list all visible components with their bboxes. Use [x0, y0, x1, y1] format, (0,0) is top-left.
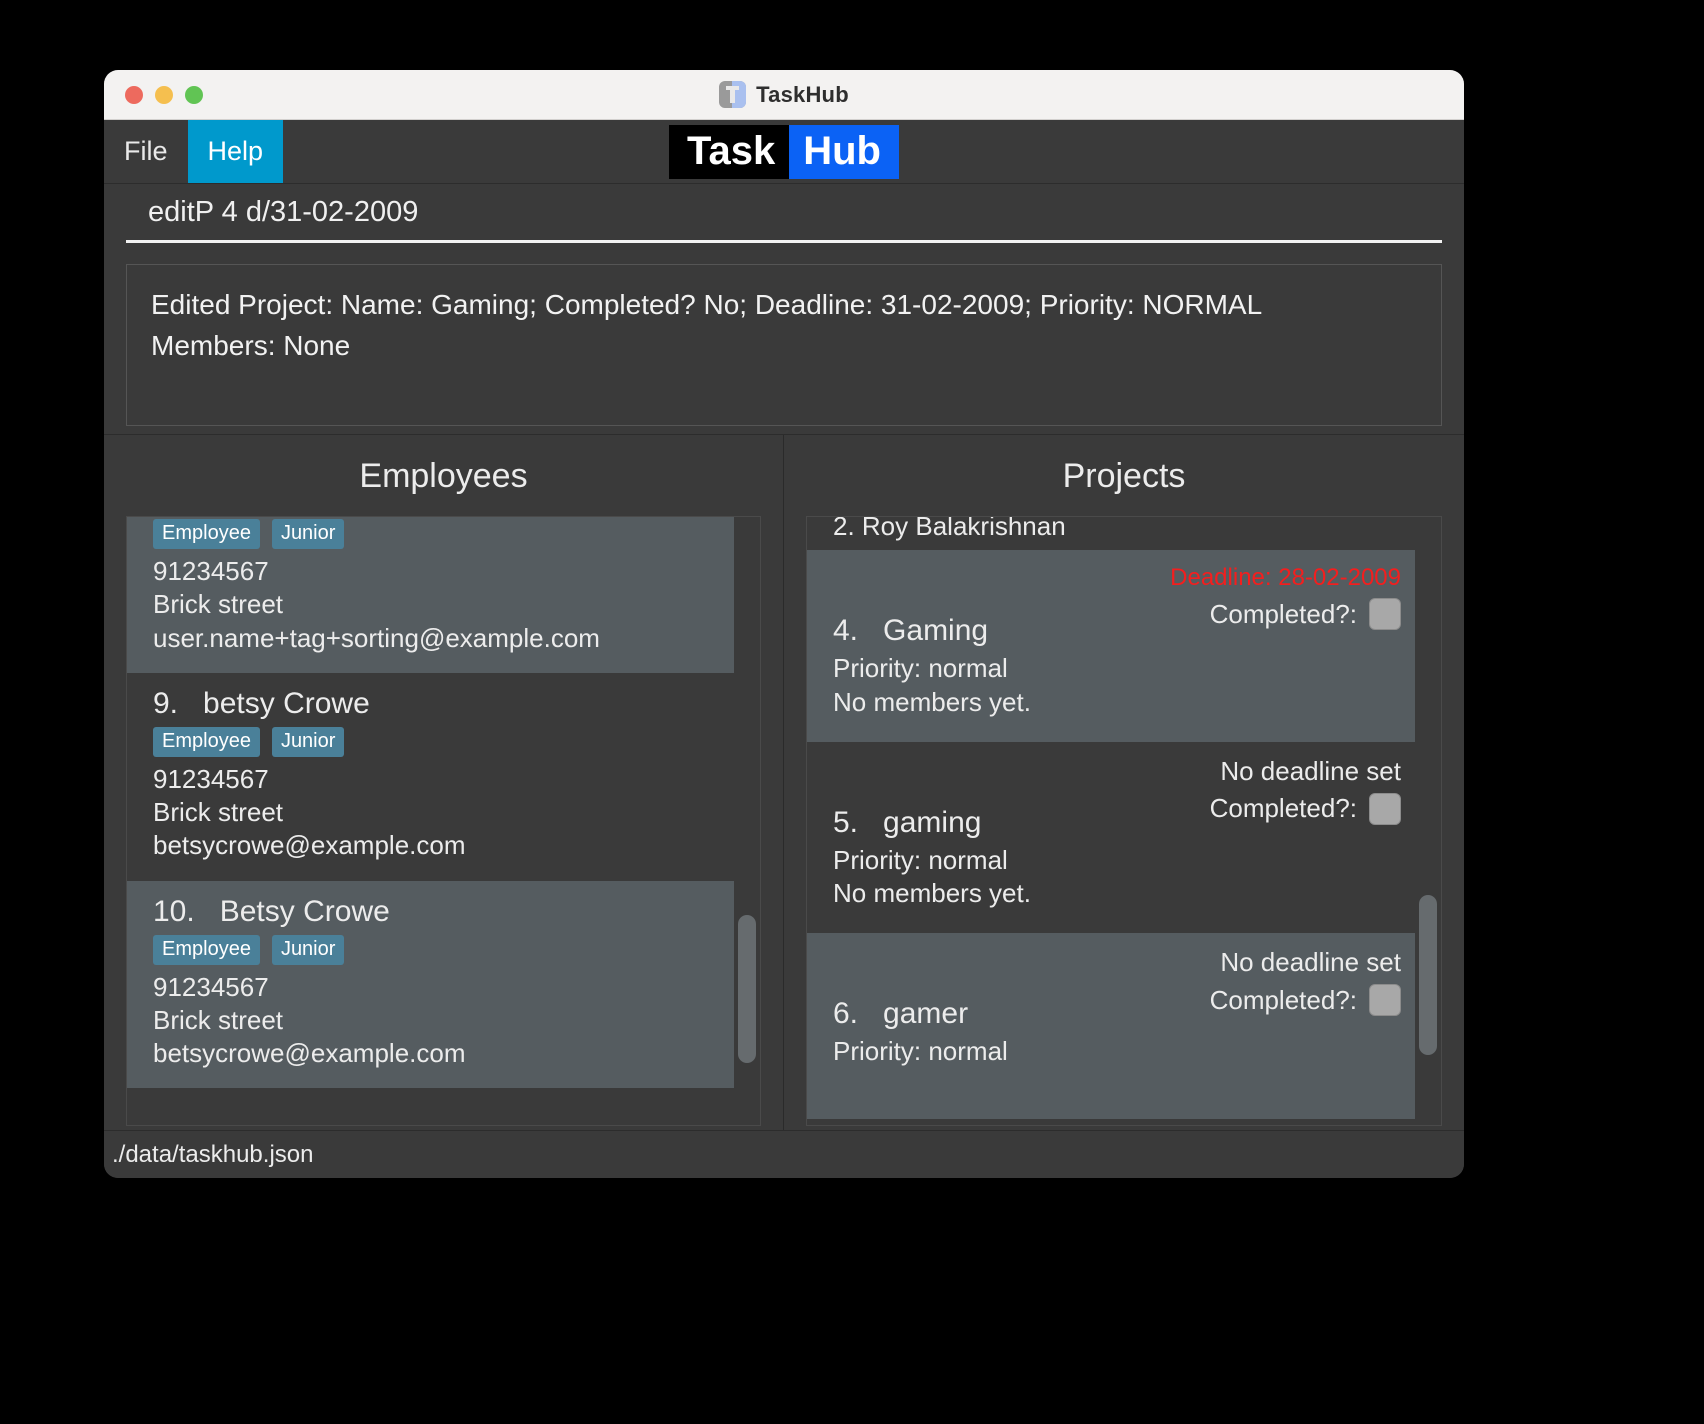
- project-completed-row: Completed?:: [1209, 792, 1401, 825]
- projects-panel-title: Projects: [1062, 457, 1186, 495]
- project-priority: Priority: normal: [833, 844, 1008, 875]
- project-index: 6.: [833, 997, 859, 1031]
- status-bar: ./data/taskhub.json: [104, 1130, 1464, 1178]
- employee-list-scrollbar[interactable]: [738, 915, 756, 1063]
- employee-email: betsycrowe@example.com: [153, 830, 466, 861]
- brand-task-text: Task: [669, 124, 790, 179]
- main-panes: Employees Employee Junior 91234567 Brick…: [104, 434, 1464, 1130]
- employee-tags: Employee Junior: [153, 934, 708, 965]
- project-label: Gaming: [883, 614, 989, 647]
- minimize-button[interactable]: [155, 85, 173, 104]
- project-priority: Priority: normal: [833, 1036, 1008, 1067]
- employee-list-frame: Employee Junior 91234567 Brick street us…: [126, 516, 761, 1126]
- window-title-group: TaskHub: [104, 81, 1464, 108]
- clipped-member-row: 2. Roy Balakrishnan: [833, 517, 1066, 541]
- app-window: TaskHub File Help Task Hub Edited Projec…: [104, 70, 1464, 1178]
- result-line-1: Edited Project: Name: Gaming; Completed?…: [151, 289, 1263, 320]
- completed-label: Completed?:: [1209, 793, 1357, 824]
- menu-item-help[interactable]: Help: [187, 120, 284, 183]
- result-display-wrapper: Edited Project: Name: Gaming; Completed?…: [104, 250, 1464, 434]
- project-list-scrollbar[interactable]: [1419, 895, 1437, 1055]
- menu-bar: File Help Task Hub: [104, 120, 1464, 184]
- taskhub-app-icon: [719, 81, 747, 108]
- project-list-frame: 2. Roy Balakrishnan Deadline: 28-02-2009…: [806, 516, 1442, 1126]
- completed-checkbox[interactable]: [1369, 984, 1401, 1017]
- brand-hub-text: Hub: [789, 124, 899, 179]
- result-display: Edited Project: Name: Gaming; Completed?…: [126, 264, 1442, 426]
- project-members: No members yet.: [833, 878, 1031, 909]
- tag-employee: Employee: [153, 934, 260, 965]
- employee-address: Brick street: [153, 589, 284, 620]
- project-index: 4.: [833, 614, 859, 647]
- command-row: [104, 184, 1464, 250]
- employee-email: betsycrowe@example.com: [153, 1038, 466, 1069]
- employee-tags: Employee Junior: [153, 726, 708, 757]
- menu-item-file[interactable]: File: [104, 120, 188, 183]
- tag-junior: Junior: [271, 519, 345, 549]
- employee-index: 9.: [153, 686, 179, 720]
- completed-label: Completed?:: [1209, 984, 1357, 1015]
- list-item[interactable]: No deadline set Completed?: 6. gamer Pri…: [807, 933, 1415, 1120]
- employee-name: 10. Betsy Crowe: [153, 895, 708, 929]
- project-index: 5.: [833, 805, 859, 839]
- list-item[interactable]: 10. Betsy Crowe Employee Junior 91234567…: [127, 880, 734, 1089]
- list-item[interactable]: No deadline set Completed?: 5. gaming Pr…: [807, 742, 1415, 934]
- window-titlebar: TaskHub: [104, 70, 1464, 120]
- employees-pane: Employees Employee Junior 91234567 Brick…: [104, 435, 784, 1130]
- project-meta: No deadline set Completed?:: [1209, 947, 1401, 1017]
- employee-email: user.name+tag+sorting@example.com: [153, 622, 600, 653]
- completed-checkbox[interactable]: [1369, 792, 1401, 825]
- list-item[interactable]: Deadline: 28-02-2009 Completed?: 4. Gami…: [807, 550, 1415, 742]
- list-item[interactable]: Employee Junior 91234567 Brick street us…: [127, 517, 734, 673]
- project-label: gamer: [883, 997, 969, 1031]
- project-deadline: Deadline: 28-02-2009: [1170, 564, 1401, 591]
- employee-label: Betsy Crowe: [219, 894, 390, 928]
- employee-label: betsy Crowe: [203, 686, 370, 720]
- tag-junior: Junior: [271, 726, 345, 757]
- employee-tags: Employee Junior: [153, 519, 708, 549]
- project-meta: Deadline: 28-02-2009 Completed?:: [1170, 564, 1401, 630]
- project-members: No members yet.: [833, 686, 1031, 717]
- taskhub-brand-logo: Task Hub: [669, 124, 899, 179]
- project-meta: No deadline set Completed?:: [1210, 756, 1401, 825]
- project-priority: Priority: normal: [833, 653, 1008, 683]
- tag-employee: Employee: [153, 726, 260, 757]
- completed-label: Completed?:: [1209, 598, 1357, 629]
- project-deadline: No deadline set: [1220, 755, 1401, 786]
- employee-address: Brick street: [153, 1004, 284, 1035]
- project-list[interactable]: 2. Roy Balakrishnan Deadline: 28-02-2009…: [807, 517, 1441, 1125]
- project-label: gaming: [883, 805, 982, 839]
- tag-junior: Junior: [271, 934, 345, 965]
- employee-phone: 91234567: [153, 556, 269, 586]
- employee-address: Brick street: [153, 797, 284, 828]
- employee-name: 9. betsy Crowe: [153, 687, 708, 721]
- employee-index: 10.: [153, 894, 195, 928]
- employees-panel-title: Employees: [359, 457, 528, 495]
- employee-phone: 91234567: [153, 763, 269, 794]
- employee-list[interactable]: Employee Junior 91234567 Brick street us…: [127, 517, 760, 1125]
- result-line-2: Members: None: [151, 329, 351, 361]
- list-item[interactable]: 9. betsy Crowe Employee Junior 91234567 …: [127, 673, 734, 881]
- command-input[interactable]: [126, 191, 1442, 243]
- project-completed-row: Completed?:: [1209, 984, 1401, 1017]
- maximize-button[interactable]: [185, 85, 203, 104]
- save-location-path: ./data/taskhub.json: [112, 1140, 314, 1168]
- projects-pane: Projects 2. Roy Balakrishnan Deadline: 2…: [784, 435, 1464, 1130]
- completed-checkbox[interactable]: [1369, 598, 1401, 630]
- close-button[interactable]: [125, 85, 143, 104]
- employee-phone: 91234567: [153, 971, 269, 1002]
- project-completed-row: Completed?:: [1170, 598, 1401, 630]
- window-title: TaskHub: [756, 81, 849, 107]
- project-deadline: No deadline set: [1220, 947, 1401, 978]
- window-controls: [125, 85, 203, 104]
- tag-employee: Employee: [153, 519, 260, 549]
